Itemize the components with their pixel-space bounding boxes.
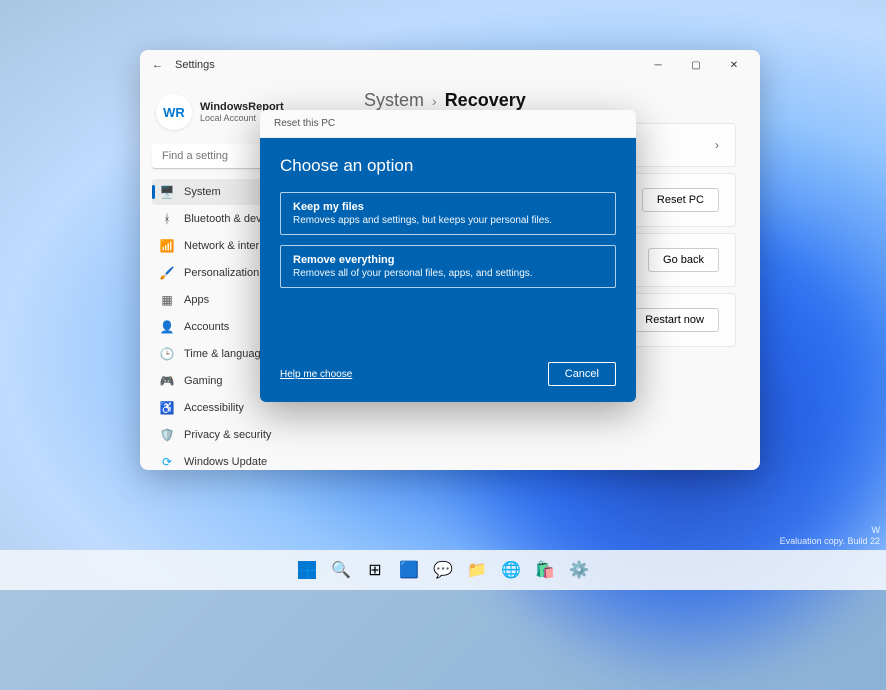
breadcrumb-parent[interactable]: System: [364, 90, 424, 111]
nav-icon: 🛡️: [160, 428, 174, 442]
nav-label: System: [184, 186, 221, 198]
dialog-title: Choose an option: [280, 156, 616, 176]
nav-icon: ♿: [160, 401, 174, 415]
window-title: Settings: [175, 59, 215, 71]
minimize-button[interactable]: ─: [640, 53, 676, 77]
nav-label: Time & language: [184, 348, 267, 360]
option-title: Keep my files: [293, 201, 603, 213]
nav-icon: 🖌️: [160, 266, 174, 280]
remove-everything-option[interactable]: Remove everything Removes all of your per…: [280, 245, 616, 288]
option-desc: Removes all of your personal files, apps…: [293, 268, 603, 279]
chat-icon[interactable]: 💬: [428, 555, 458, 585]
settings-icon[interactable]: ⚙️: [564, 555, 594, 585]
store-icon[interactable]: 🛍️: [530, 555, 560, 585]
widgets-icon[interactable]: 🟦: [394, 555, 424, 585]
breadcrumb: System › Recovery: [364, 90, 736, 111]
taskbar: 🔍 ⊞ 🟦 💬 📁 🌐 🛍️ ⚙️: [0, 550, 886, 590]
help-me-choose-link[interactable]: Help me choose: [280, 369, 352, 380]
restart-now-button[interactable]: Restart now: [630, 308, 719, 332]
evaluation-watermark: W Evaluation copy. Build 22: [780, 525, 880, 548]
chevron-right-icon: ›: [715, 138, 719, 152]
option-title: Remove everything: [293, 254, 603, 266]
start-button[interactable]: [292, 555, 322, 585]
nav-label: Apps: [184, 294, 209, 306]
nav-label: Privacy & security: [184, 429, 271, 441]
go-back-button[interactable]: Go back: [648, 248, 719, 272]
cancel-button[interactable]: Cancel: [548, 362, 616, 386]
search-icon[interactable]: 🔍: [326, 555, 356, 585]
nav-icon: 🎮: [160, 374, 174, 388]
sidebar-item-windows-update[interactable]: ⟳ Windows Update: [152, 449, 328, 470]
option-desc: Removes apps and settings, but keeps you…: [293, 215, 603, 226]
close-button[interactable]: ✕: [716, 53, 752, 77]
explorer-icon[interactable]: 📁: [462, 555, 492, 585]
nav-label: Accessibility: [184, 402, 244, 414]
nav-icon: 👤: [160, 320, 174, 334]
task-view-icon[interactable]: ⊞: [360, 555, 390, 585]
chevron-right-icon: ›: [432, 93, 437, 109]
avatar: WR: [156, 94, 192, 130]
edge-icon[interactable]: 🌐: [496, 555, 526, 585]
nav-icon: 🕒: [160, 347, 174, 361]
keep-my-files-option[interactable]: Keep my files Removes apps and settings, …: [280, 192, 616, 235]
nav-icon: 📶: [160, 239, 174, 253]
window-titlebar: ← Settings ─ ▢ ✕: [140, 50, 760, 80]
breadcrumb-current: Recovery: [445, 90, 526, 111]
nav-icon: ᚼ: [160, 212, 174, 226]
nav-label: Gaming: [184, 375, 223, 387]
maximize-button[interactable]: ▢: [678, 53, 714, 77]
nav-label: Accounts: [184, 321, 229, 333]
sidebar-item-privacy-security[interactable]: 🛡️ Privacy & security: [152, 422, 328, 448]
reset-pc-button[interactable]: Reset PC: [642, 188, 719, 212]
nav-icon: ▦: [160, 293, 174, 307]
nav-label: Windows Update: [184, 456, 267, 468]
reset-pc-dialog: Reset this PC Choose an option Keep my f…: [260, 110, 636, 402]
back-button[interactable]: ←: [148, 55, 167, 75]
nav-icon: ⟳: [160, 455, 174, 469]
dialog-header: Reset this PC: [260, 110, 636, 138]
nav-label: Personalization: [184, 267, 259, 279]
nav-icon: 🖥️: [160, 185, 174, 199]
